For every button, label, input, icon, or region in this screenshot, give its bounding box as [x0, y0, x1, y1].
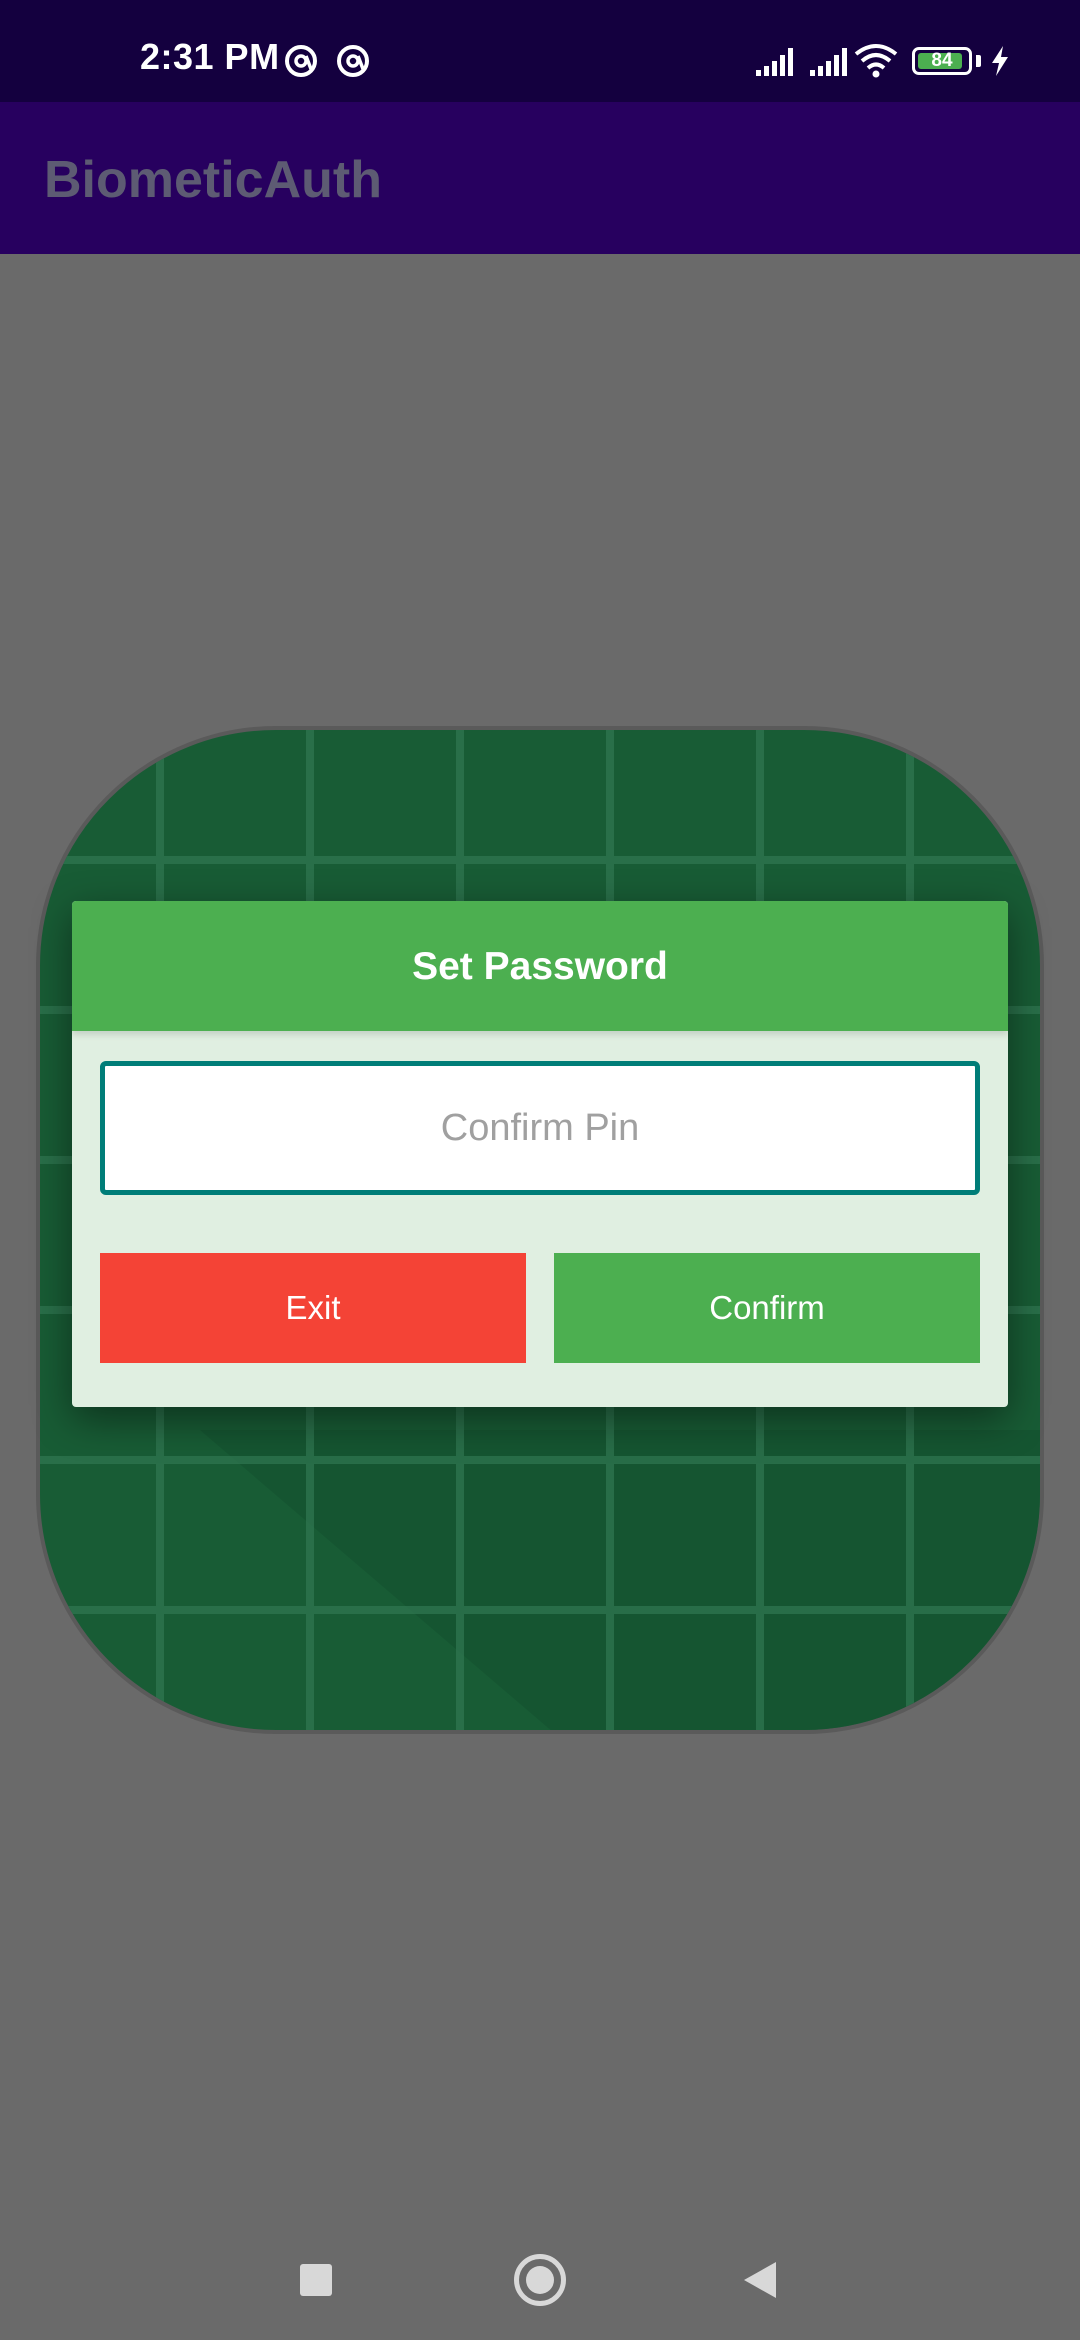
charging-bolt-icon [992, 46, 1008, 76]
status-bar: 2:31 PM 84 [0, 0, 1080, 102]
app-bar: BiometicAuth [0, 102, 1080, 254]
signal-icon [756, 48, 793, 76]
battery-icon: 84 [912, 47, 972, 75]
confirm-pin-input[interactable] [100, 1061, 980, 1195]
wifi-icon [854, 44, 898, 78]
set-password-dialog: Set Password Exit Confirm [72, 901, 1008, 1407]
signal-icon [810, 48, 847, 76]
battery-cap [976, 55, 981, 67]
recents-square-icon[interactable] [300, 2264, 332, 2296]
battery-level: 84 [931, 50, 953, 71]
status-time: 2:31 PM [140, 36, 280, 77]
exit-button[interactable]: Exit [100, 1253, 526, 1363]
back-triangle-icon[interactable] [742, 2260, 778, 2300]
confirm-button[interactable]: Confirm [554, 1253, 980, 1363]
dialog-title: Set Password [412, 945, 668, 988]
dialog-header: Set Password [72, 901, 1008, 1031]
navigation-bar [0, 2220, 1080, 2340]
app-title: BiometicAuth [44, 151, 382, 209]
home-circle-icon[interactable] [514, 2254, 566, 2306]
at-sign-circle-icon [337, 45, 369, 77]
at-sign-circle-icon [285, 45, 317, 77]
screen: 2:31 PM 84 BiometicAuth Set Password Exi… [0, 0, 1080, 2340]
status-icons: 84 [740, 0, 1080, 102]
